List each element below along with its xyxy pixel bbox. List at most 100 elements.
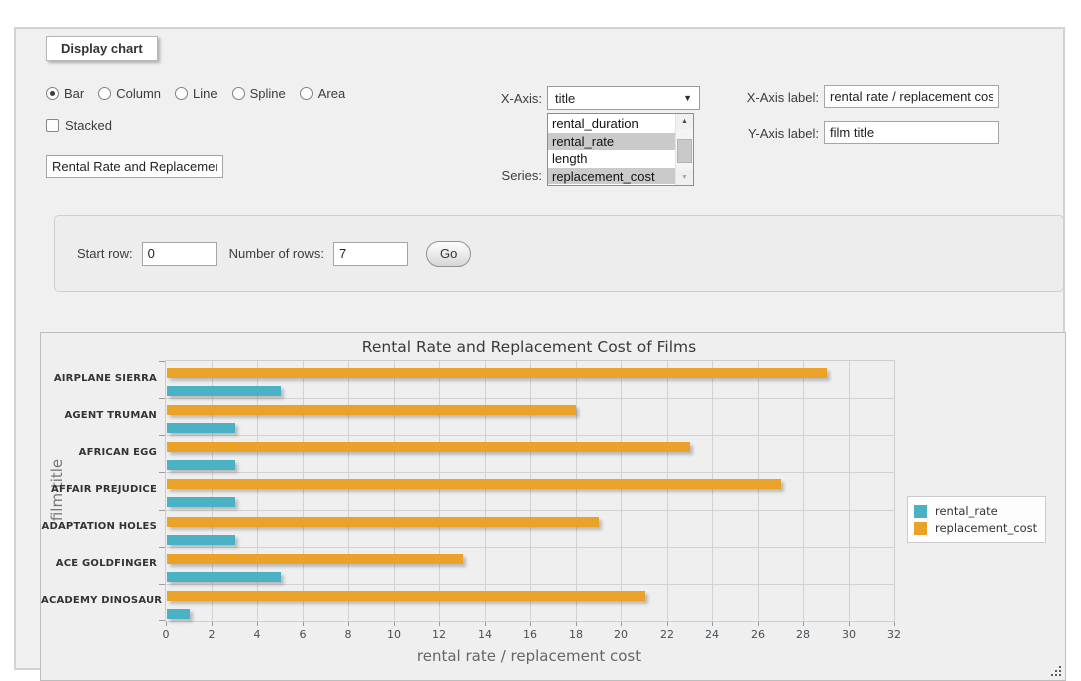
chart-type-radio-line[interactable]: Line bbox=[175, 86, 218, 101]
gridline-vertical bbox=[257, 361, 258, 621]
y-tick-mark bbox=[159, 435, 165, 436]
x-tick-mark bbox=[667, 622, 668, 626]
y-tick-mark bbox=[159, 398, 165, 399]
category-label: ADAPTATION HOLES bbox=[41, 521, 157, 532]
y-axis-label-field-label: Y-Axis label: bbox=[739, 126, 819, 141]
category-label: AFFAIR PREJUDICE bbox=[41, 484, 157, 495]
gridline-vertical bbox=[758, 361, 759, 621]
chart-title-input[interactable] bbox=[46, 155, 223, 178]
x-tick-label: 16 bbox=[513, 628, 547, 641]
radio-label: Line bbox=[193, 86, 218, 101]
chart-legend: rental_rate replacement_cost bbox=[907, 496, 1046, 543]
number-of-rows-label: Number of rows: bbox=[229, 246, 324, 261]
y-axis-label-input[interactable] bbox=[824, 121, 999, 144]
bar-rental_rate bbox=[167, 609, 190, 619]
gridline-horizontal bbox=[166, 472, 894, 473]
display-chart-fieldset: BarColumnLineSplineArea Stacked X-Axis: … bbox=[14, 27, 1065, 670]
category-label: ACE GOLDFINGER bbox=[41, 558, 157, 569]
bar-replacement_cost bbox=[167, 554, 463, 564]
category-label: ACADEMY DINOSAUR bbox=[41, 595, 157, 606]
bar-rental_rate bbox=[167, 535, 235, 545]
x-tick-mark bbox=[803, 622, 804, 626]
gridline-vertical bbox=[394, 361, 395, 621]
x-tick-mark bbox=[849, 622, 850, 626]
radio-icon[interactable] bbox=[232, 87, 245, 100]
x-tick-label: 28 bbox=[786, 628, 820, 641]
series-option-rental_duration[interactable]: rental_duration bbox=[548, 115, 676, 133]
legend-label: replacement_cost bbox=[935, 521, 1037, 535]
x-tick-mark bbox=[348, 622, 349, 626]
radio-label: Column bbox=[116, 86, 161, 101]
x-tick-mark bbox=[712, 622, 713, 626]
radio-icon[interactable] bbox=[46, 87, 59, 100]
y-tick-mark bbox=[159, 620, 165, 621]
y-tick-mark bbox=[159, 510, 165, 511]
x-tick-mark bbox=[530, 622, 531, 626]
x-tick-label: 14 bbox=[468, 628, 502, 641]
x-tick-label: 12 bbox=[422, 628, 456, 641]
scrollbar-thumb[interactable] bbox=[677, 139, 692, 163]
x-tick-mark bbox=[758, 622, 759, 626]
gridline-vertical bbox=[439, 361, 440, 621]
series-option-length[interactable]: length bbox=[548, 150, 676, 168]
x-axis-label-input[interactable] bbox=[824, 85, 999, 108]
chart-container: Rental Rate and Replacement Cost of Film… bbox=[40, 332, 1066, 681]
resize-grip-icon[interactable] bbox=[1050, 665, 1062, 677]
y-tick-mark bbox=[159, 547, 165, 548]
x-tick-label: 30 bbox=[832, 628, 866, 641]
x-tick-mark bbox=[166, 622, 167, 626]
scroll-down-icon[interactable]: ▼ bbox=[676, 170, 693, 185]
x-tick-label: 22 bbox=[650, 628, 684, 641]
chart-type-radio-column[interactable]: Column bbox=[98, 86, 161, 101]
stacked-checkbox[interactable] bbox=[46, 119, 59, 132]
x-axis-label-field-label: X-Axis label: bbox=[739, 90, 819, 105]
bar-replacement_cost bbox=[167, 479, 781, 489]
x-tick-mark bbox=[212, 622, 213, 626]
gridline-vertical bbox=[348, 361, 349, 621]
series-scrollbar[interactable]: ▲ ▼ bbox=[675, 114, 693, 185]
go-button[interactable]: Go bbox=[426, 241, 471, 267]
gridline-vertical bbox=[712, 361, 713, 621]
stacked-label: Stacked bbox=[65, 118, 112, 133]
chart-type-radio-bar[interactable]: Bar bbox=[46, 86, 84, 101]
x-tick-label: 26 bbox=[741, 628, 775, 641]
x-tick-label: 32 bbox=[877, 628, 911, 641]
category-axis-labels: AIRPLANE SIERRAAGENT TRUMANAFRICAN EGGAF… bbox=[41, 360, 157, 620]
start-row-input[interactable] bbox=[142, 242, 217, 266]
series-multiselect[interactable]: rental_durationrental_ratelengthreplacem… bbox=[547, 113, 694, 186]
radio-icon[interactable] bbox=[98, 87, 111, 100]
y-tick-mark bbox=[159, 472, 165, 473]
bar-rental_rate bbox=[167, 386, 281, 396]
x-tick-mark bbox=[257, 622, 258, 626]
x-tick-mark bbox=[485, 622, 486, 626]
y-tick-mark bbox=[159, 584, 165, 585]
radio-icon[interactable] bbox=[300, 87, 313, 100]
x-axis-select-label: X-Axis: bbox=[462, 91, 542, 106]
chart-type-radio-spline[interactable]: Spline bbox=[232, 86, 286, 101]
number-of-rows-input[interactable] bbox=[333, 242, 408, 266]
radio-label: Area bbox=[318, 86, 345, 101]
x-tick-mark bbox=[439, 622, 440, 626]
y-tick-mark bbox=[159, 361, 165, 362]
x-tick-label: 0 bbox=[149, 628, 183, 641]
scroll-up-icon[interactable]: ▲ bbox=[676, 114, 693, 129]
series-option-rental_rate[interactable]: rental_rate bbox=[548, 133, 676, 151]
bar-rental_rate bbox=[167, 460, 235, 470]
bar-replacement_cost bbox=[167, 591, 645, 601]
series-options: rental_durationrental_ratelengthreplacem… bbox=[548, 115, 676, 184]
radio-icon[interactable] bbox=[175, 87, 188, 100]
gridline-vertical bbox=[212, 361, 213, 621]
x-axis-select[interactable]: title ▼ bbox=[547, 86, 700, 110]
bar-replacement_cost bbox=[167, 405, 576, 415]
category-label: AGENT TRUMAN bbox=[41, 410, 157, 421]
stacked-checkbox-row[interactable]: Stacked bbox=[46, 118, 112, 133]
legend-item-rental_rate: rental_rate bbox=[914, 504, 1037, 518]
series-option-replacement_cost[interactable]: replacement_cost bbox=[548, 168, 676, 185]
chart-type-radio-area[interactable]: Area bbox=[300, 86, 345, 101]
gridline-vertical bbox=[485, 361, 486, 621]
page: BarColumnLineSplineArea Stacked X-Axis: … bbox=[0, 0, 1081, 681]
x-axis-selected-value: title bbox=[555, 91, 575, 106]
bar-replacement_cost bbox=[167, 368, 827, 378]
bar-replacement_cost bbox=[167, 442, 690, 452]
x-tick-label: 20 bbox=[604, 628, 638, 641]
